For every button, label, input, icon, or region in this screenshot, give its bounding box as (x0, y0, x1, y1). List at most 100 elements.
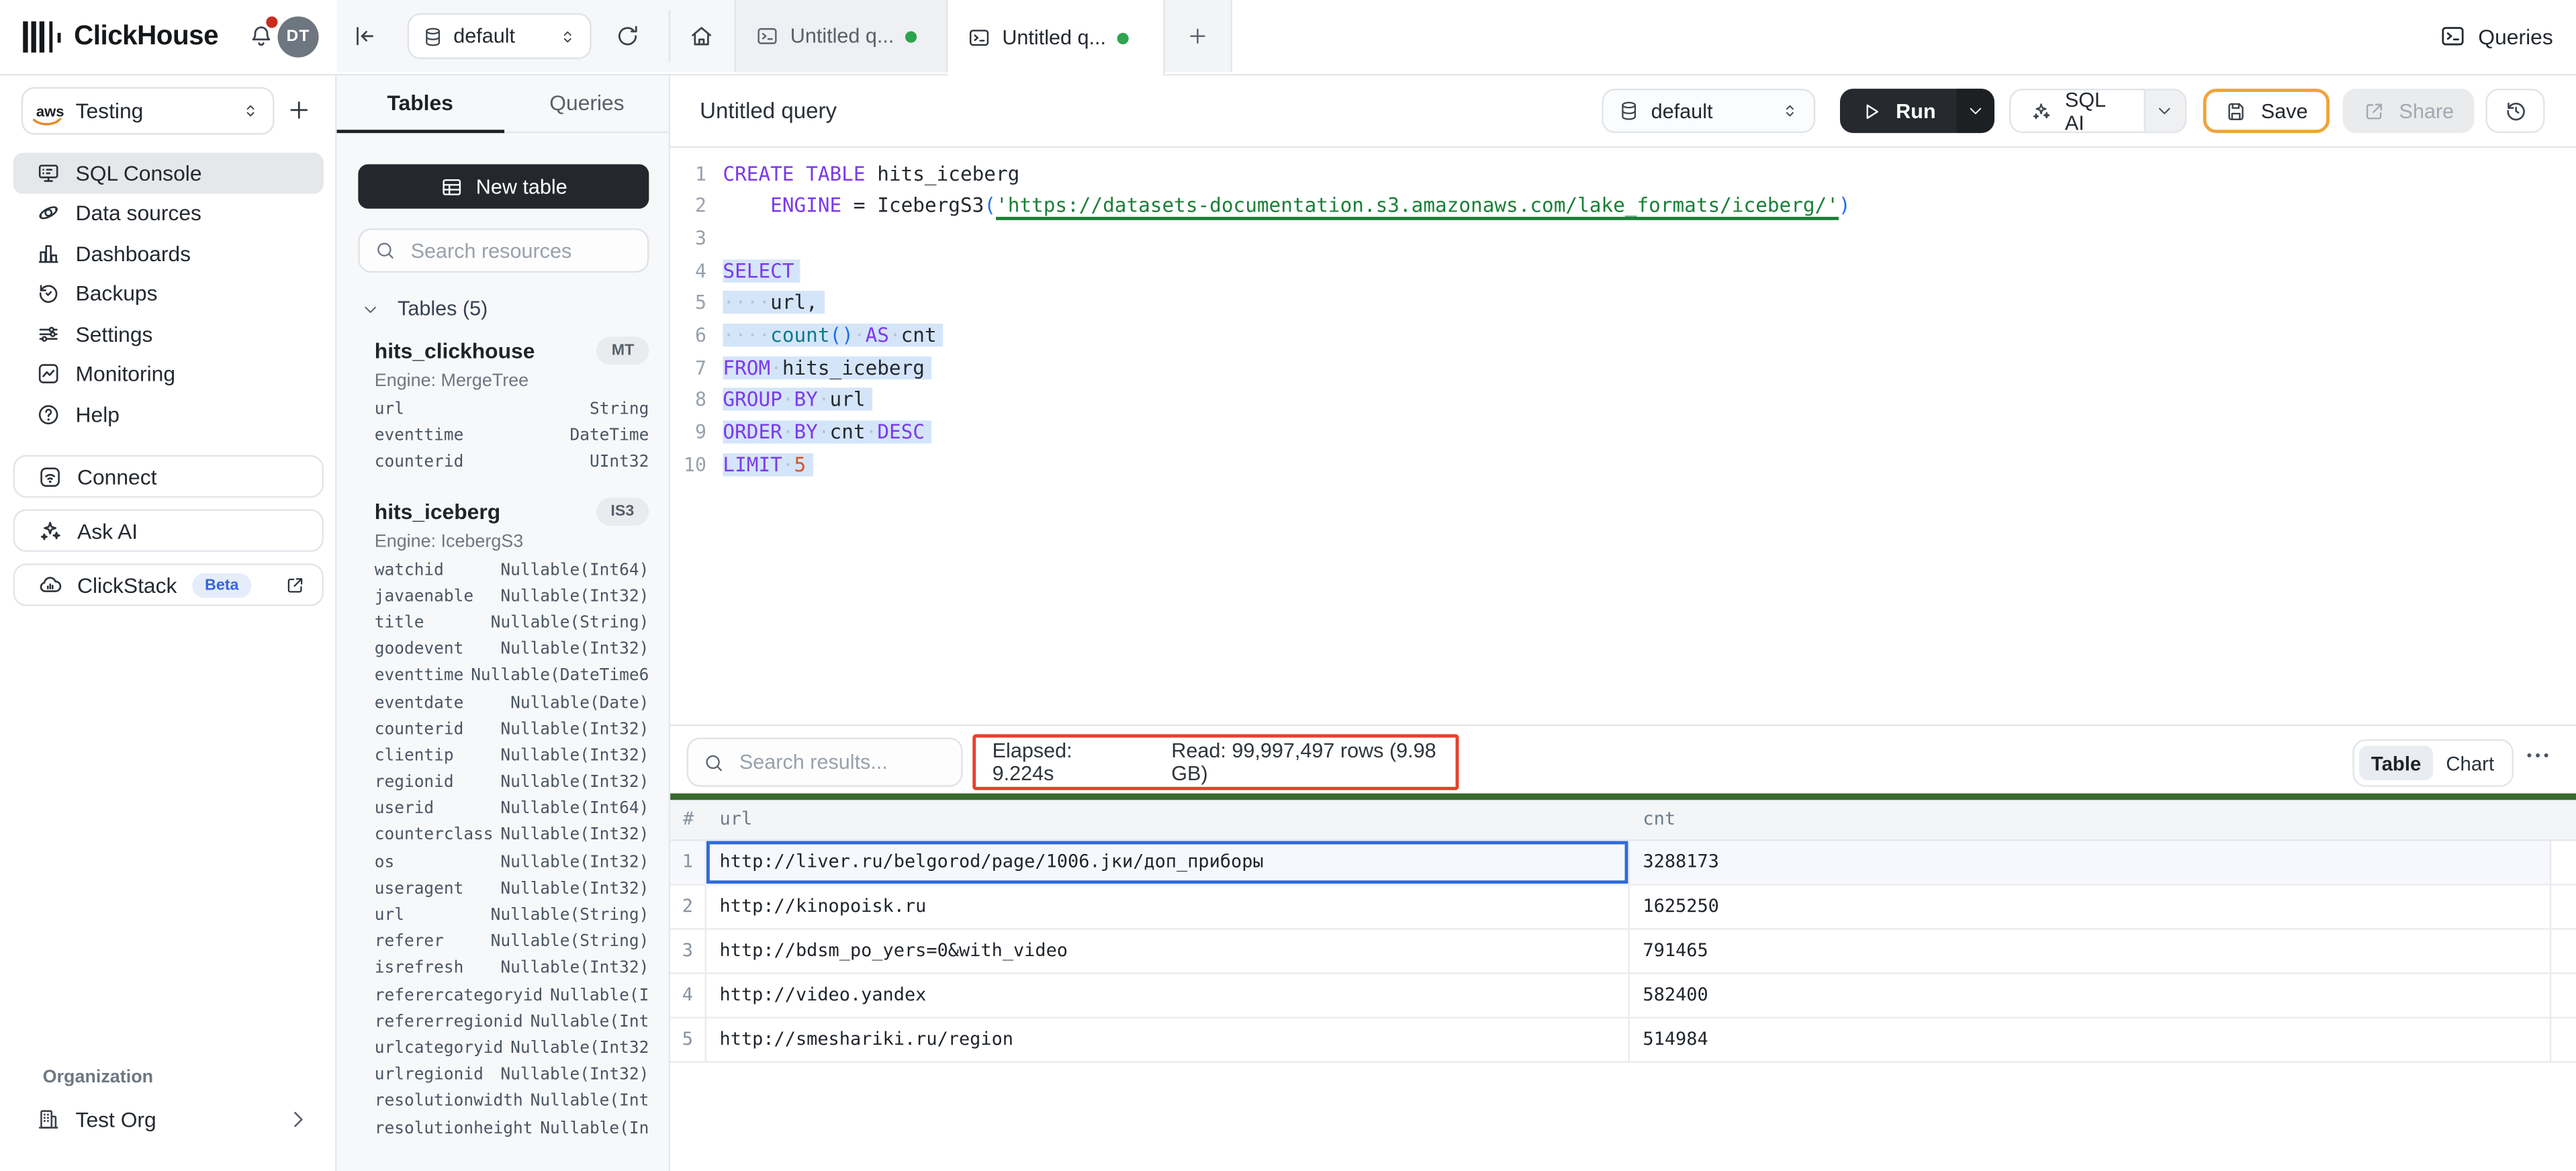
code-line[interactable]: 7FROM·hits_iceberg (670, 351, 2576, 383)
url-cell[interactable]: http://bdsm_po_yers=0&with_video (706, 929, 1630, 972)
column-row[interactable]: regionidNullable(Int32) (375, 774, 649, 800)
sql-ai-main[interactable]: SQL AI (2011, 91, 2144, 132)
column-row[interactable]: counteridUInt32 (375, 454, 649, 481)
column-row[interactable]: eventtimeDateTime (375, 428, 649, 455)
column-row[interactable]: refererNullable(String) (375, 933, 649, 960)
sidebar-button-connect[interactable]: Connect (13, 455, 324, 498)
url-cell[interactable]: http://video.yandex (706, 974, 1630, 1017)
workspace-selector[interactable]: aws Testing (21, 87, 275, 135)
code-line[interactable]: 10LIMIT·5 (670, 448, 2576, 480)
column-header-index[interactable]: # (670, 808, 706, 830)
sidebar-button-ask-ai[interactable]: Ask AI (13, 509, 324, 552)
code-line[interactable]: 8GROUP·BY·url (670, 383, 2576, 416)
url-cell[interactable]: http://liver.ru/belgorod/page/1006.jки/д… (706, 840, 1630, 883)
organization-item[interactable]: Test Org (13, 1096, 324, 1142)
search-results-input[interactable] (736, 749, 939, 776)
save-button[interactable]: Save (2203, 89, 2330, 133)
column-row[interactable]: watchidNullable(Int64) (375, 561, 649, 588)
result-row-5[interactable]: 5http://smeshariki.ru/region514984 (670, 1018, 2576, 1062)
column-row[interactable]: titleNullable(String) (375, 614, 649, 641)
column-row[interactable]: useridNullable(Int64) (375, 800, 649, 827)
code-line[interactable]: 9ORDER·BY·cnt·DESC (670, 416, 2576, 448)
code-line[interactable]: 2 ENGINE = IcebergS3('https://datasets-d… (670, 190, 2576, 222)
sql-editor[interactable]: 1CREATE TABLE hits_iceberg2 ENGINE = Ice… (670, 148, 2576, 480)
column-row[interactable]: goodeventNullable(Int32) (375, 641, 649, 667)
cnt-cell[interactable]: 514984 (1630, 1018, 2551, 1061)
sidebar-item-dashboards[interactable]: Dashboards (13, 233, 324, 273)
column-row[interactable]: refererregionidNullable(Int (375, 1013, 649, 1040)
sidebar-item-settings[interactable]: Settings (13, 314, 324, 354)
column-row[interactable]: urlregionidNullable(Int32) (375, 1066, 649, 1093)
sidebar-item-sql-console[interactable]: SQL Console (13, 153, 324, 193)
tab-tables[interactable]: Tables (337, 74, 504, 132)
queries-button[interactable]: Queries (2440, 18, 2553, 54)
column-row[interactable]: javaenableNullable(Int32) (375, 588, 649, 614)
sidebar-item-data-sources[interactable]: Data sources (13, 193, 324, 233)
sidebar-item-backups[interactable]: Backups (13, 273, 324, 314)
tab-queries[interactable]: Queries (504, 74, 670, 132)
column-row[interactable]: counteridNullable(Int32) (375, 720, 649, 747)
cnt-cell[interactable]: 1625250 (1630, 884, 2551, 927)
table-item-hits_clickhouse[interactable]: hits_clickhouseMT (375, 337, 649, 365)
code-line[interactable]: 5····url, (670, 287, 2576, 319)
code-line[interactable]: 1CREATE TABLE hits_iceberg (670, 158, 2576, 190)
result-row-3[interactable]: 3http://bdsm_po_yers=0&with_video791465 (670, 929, 2576, 973)
query-title[interactable]: Untitled query (700, 99, 837, 124)
url-cell[interactable]: http://kinopoisk.ru (706, 884, 1630, 927)
column-row[interactable]: urlcategoryidNullable(Int32 (375, 1039, 649, 1066)
sql-ai-button[interactable]: SQL AI (2009, 89, 2187, 133)
home-icon[interactable] (688, 23, 715, 49)
column-name: javaenable (375, 588, 473, 614)
url-cell[interactable]: http://smeshariki.ru/region (706, 1018, 1630, 1061)
sidebar-button-clickstack[interactable]: ClickStackBeta (13, 563, 324, 606)
view-toggle-chart[interactable]: Chart (2433, 746, 2507, 780)
run-button-main[interactable]: Run (1840, 89, 1956, 133)
column-row[interactable]: useragentNullable(Int32) (375, 880, 649, 907)
result-row-1[interactable]: 1http://liver.ru/belgorod/page/1006.jки/… (670, 840, 2576, 884)
column-row[interactable]: eventtimeNullable(DateTime6 (375, 667, 649, 694)
cnt-cell[interactable]: 582400 (1630, 974, 2551, 1017)
sql-ai-options-button[interactable] (2144, 91, 2185, 132)
column-row[interactable]: resolutionheightNullable(In (375, 1119, 649, 1146)
code-line[interactable]: 6····count()·AS·cnt (670, 319, 2576, 351)
column-row[interactable]: referercategoryidNullable(I (375, 986, 649, 1013)
run-button[interactable]: Run (1840, 89, 1994, 133)
database-selector[interactable]: default (408, 13, 592, 60)
query-tab-1[interactable]: Untitled q... (735, 0, 948, 73)
plus-icon[interactable] (286, 97, 312, 123)
sidebar-item-help[interactable]: Help (13, 394, 324, 434)
column-row[interactable]: osNullable(Int32) (375, 853, 649, 880)
column-row[interactable]: resolutionwidthNullable(Int (375, 1093, 649, 1120)
code-line[interactable]: 4SELECT (670, 254, 2576, 287)
view-toggle-table[interactable]: Table (2359, 746, 2433, 780)
new-table-button[interactable]: New table (358, 165, 649, 209)
run-options-button[interactable] (1957, 89, 1994, 133)
result-row-4[interactable]: 4http://video.yandex582400 (670, 974, 2576, 1018)
clickhouse-logo-icon[interactable] (23, 21, 66, 52)
refresh-icon[interactable] (614, 23, 641, 49)
table-item-hits_iceberg[interactable]: hits_icebergIS3 (375, 497, 649, 525)
editor-database-selector[interactable]: default (1602, 89, 1815, 133)
column-row[interactable]: eventdateNullable(Date) (375, 694, 649, 721)
column-header-url[interactable]: url (706, 808, 1630, 830)
column-row[interactable]: counterclassNullable(Int32) (375, 827, 649, 854)
new-tab-button[interactable] (1165, 0, 1232, 73)
column-row[interactable]: urlNullable(String) (375, 906, 649, 933)
code-line[interactable]: 3 (670, 222, 2576, 254)
tables-group-header[interactable]: Tables (5) (361, 297, 488, 320)
share-button[interactable]: Share (2343, 89, 2475, 133)
column-row[interactable]: isrefreshNullable(Int32) (375, 960, 649, 987)
result-row-2[interactable]: 2http://kinopoisk.ru1625250 (670, 884, 2576, 929)
collapse-left-icon[interactable] (352, 23, 378, 49)
sidebar-item-monitoring[interactable]: Monitoring (13, 354, 324, 394)
column-header-cnt[interactable]: cnt (1630, 808, 2551, 830)
cnt-cell[interactable]: 3288173 (1630, 840, 2551, 883)
query-tab-2-active[interactable]: Untitled q... (948, 0, 1165, 76)
results-more-button[interactable]: ••• (2527, 747, 2552, 763)
cnt-cell[interactable]: 791465 (1630, 929, 2551, 972)
avatar[interactable]: DT (277, 16, 318, 57)
column-row[interactable]: urlString (375, 401, 649, 428)
search-resources-input[interactable] (408, 238, 628, 264)
query-history-button[interactable] (2485, 89, 2544, 133)
column-row[interactable]: clientipNullable(Int32) (375, 747, 649, 774)
